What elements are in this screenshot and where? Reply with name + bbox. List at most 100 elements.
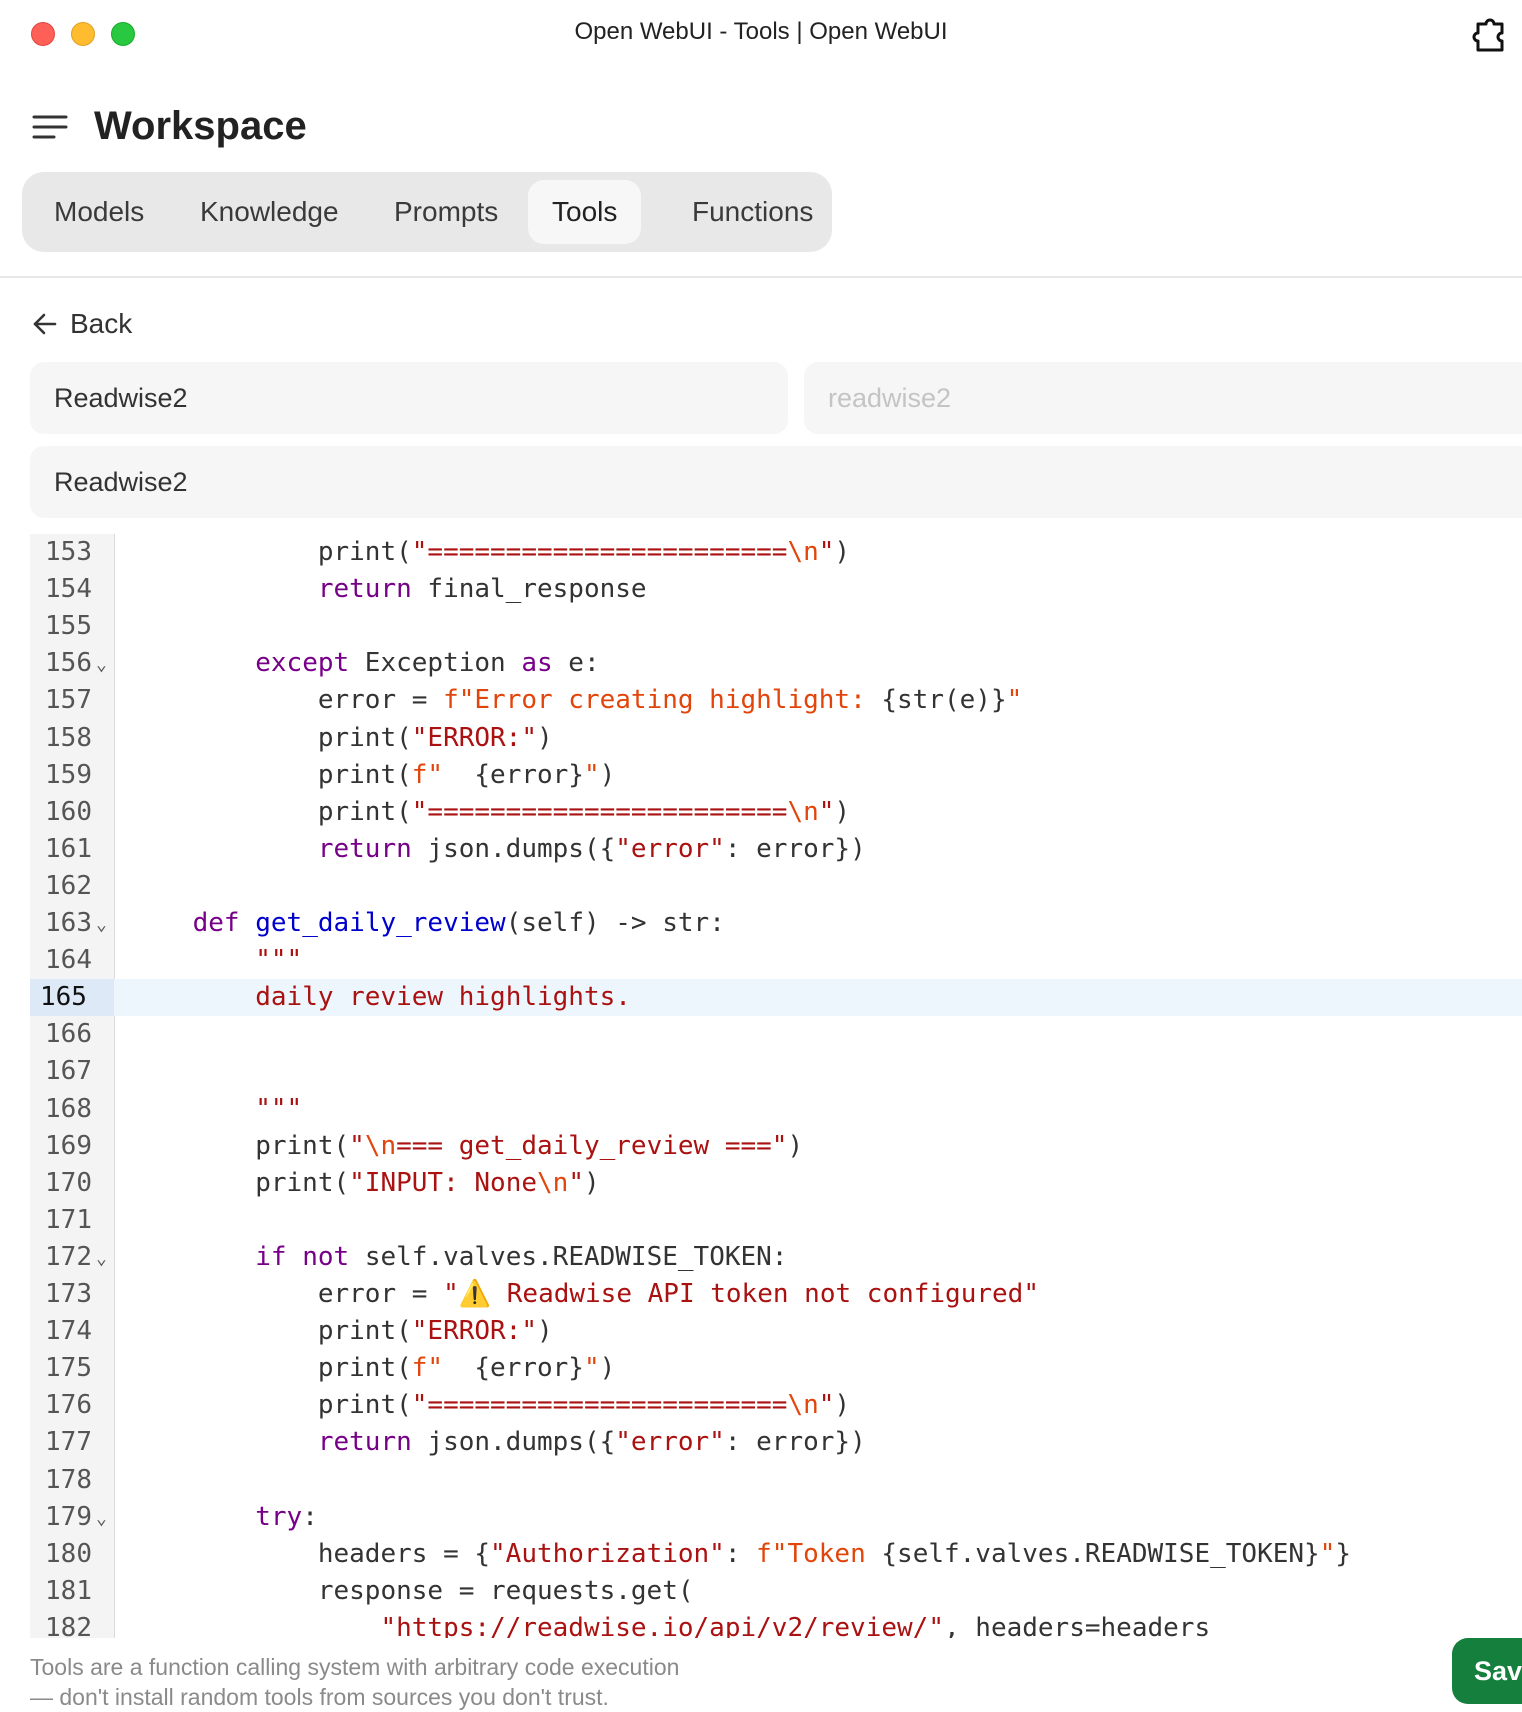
- code-token: as: [521, 648, 553, 679]
- code-token: \n: [787, 1390, 819, 1421]
- code-line[interactable]: 169 print("\n=== get_daily_review ==="): [30, 1128, 1522, 1164]
- code-line[interactable]: 171: [30, 1202, 1522, 1238]
- code-line[interactable]: 160 print("=======================\n"): [30, 794, 1522, 830]
- code-token: print(: [130, 1390, 412, 1421]
- code-line[interactable]: 168 """: [30, 1091, 1522, 1127]
- code-token: : error}): [724, 1427, 866, 1458]
- code-token: print(: [130, 537, 412, 567]
- line-number: 181: [45, 1575, 92, 1606]
- code-text: print("=======================\n"): [130, 794, 850, 830]
- code-line[interactable]: 177 return json.dumps({"error": error}): [30, 1424, 1522, 1460]
- code-token: \n: [787, 796, 819, 827]
- code-line[interactable]: 165 daily review highlights.: [30, 979, 1522, 1016]
- code-line[interactable]: 161 return json.dumps({"error": error}): [30, 831, 1522, 867]
- code-line[interactable]: 164 """: [30, 942, 1522, 978]
- code-token: :: [302, 1501, 318, 1532]
- line-number: 169: [45, 1130, 92, 1161]
- fold-chevron-icon[interactable]: ⌄: [96, 1501, 107, 1537]
- line-number: 175: [45, 1353, 92, 1384]
- back-button[interactable]: Back: [32, 304, 132, 344]
- line-number: 167: [45, 1056, 92, 1087]
- code-token: {str(e)}: [881, 685, 1007, 716]
- code-line[interactable]: 175 print(f" {error}"): [30, 1350, 1522, 1386]
- code-line[interactable]: 155: [30, 608, 1522, 644]
- code-text: return json.dumps({"error": error}): [130, 831, 866, 867]
- warning-line-1: Tools are a function calling system with…: [30, 1654, 680, 1680]
- code-token: ): [599, 1353, 616, 1384]
- code-line[interactable]: 157 error = f"Error creating highlight: …: [30, 682, 1522, 718]
- fold-chevron-icon[interactable]: ⌄: [96, 907, 107, 943]
- code-text: return json.dumps({"error": error}): [130, 1424, 866, 1460]
- tab-prompts[interactable]: Prompts: [370, 180, 522, 244]
- line-number: 163: [45, 908, 92, 938]
- code-token: ": [568, 1167, 584, 1198]
- page-title: Workspace: [94, 104, 307, 148]
- code-token: json.dumps({: [411, 833, 616, 864]
- extension-puzzle-icon[interactable]: [1470, 14, 1510, 54]
- code-text: error = f"Error creating highlight: {str…: [130, 682, 1022, 718]
- code-line[interactable]: 181 response = requests.get(: [30, 1573, 1522, 1609]
- code-line[interactable]: 170 print("INPUT: None\n"): [30, 1165, 1522, 1201]
- tool-name-input[interactable]: Readwise2: [30, 362, 788, 434]
- code-token: ": [349, 1130, 365, 1161]
- code-editor[interactable]: 153 print("=======================\n") 15…: [30, 534, 1522, 1638]
- code-line[interactable]: 172 ⌄ if not self.valves.READWISE_TOKEN:: [30, 1239, 1522, 1275]
- code-line[interactable]: 166: [30, 1016, 1522, 1052]
- tab-knowledge[interactable]: Knowledge: [176, 180, 363, 244]
- code-text: print("INPUT: None\n"): [130, 1165, 599, 1201]
- code-token: print(: [130, 796, 412, 827]
- code-line[interactable]: 182 "https://readwise.io/api/v2/review/"…: [30, 1610, 1522, 1638]
- code-token: """: [255, 1093, 303, 1124]
- code-line[interactable]: 179 ⌄ try:: [30, 1499, 1522, 1535]
- code-line[interactable]: 167: [30, 1053, 1522, 1089]
- tab-models[interactable]: Models: [30, 180, 168, 244]
- code-token: ): [537, 1316, 553, 1347]
- code-line[interactable]: 176 print("=======================\n"): [30, 1387, 1522, 1423]
- fold-chevron-icon[interactable]: ⌄: [96, 1241, 107, 1277]
- code-token: ): [834, 796, 851, 827]
- code-line[interactable]: 163 ⌄ def get_daily_review(self) -> str:: [30, 905, 1522, 941]
- tool-description-input[interactable]: Readwise2: [30, 446, 1522, 518]
- code-token: ": [583, 1353, 600, 1384]
- code-line[interactable]: 180 headers = {"Authorization": f"Token …: [30, 1536, 1522, 1572]
- code-line[interactable]: 153 print("=======================\n"): [30, 534, 1522, 570]
- code-text: daily review highlights.: [130, 979, 631, 1015]
- workspace-tabs: Models Knowledge Prompts Tools Functions: [22, 172, 832, 252]
- security-warning-note: Tools are a function calling system with…: [30, 1652, 790, 1712]
- sidebar-toggle-icon[interactable]: [32, 112, 68, 142]
- line-number: 164: [45, 945, 92, 976]
- code-line[interactable]: 158 print("ERROR:"): [30, 720, 1522, 756]
- line-number: 178: [45, 1464, 92, 1495]
- code-line[interactable]: 178: [30, 1462, 1522, 1498]
- code-token: try: [255, 1501, 303, 1532]
- warning-line-2: — don't install random tools from source…: [30, 1684, 609, 1710]
- code-line[interactable]: 156 ⌄ except Exception as e:: [30, 645, 1522, 681]
- line-number: 156: [45, 648, 92, 679]
- code-line[interactable]: 154 return final_response: [30, 571, 1522, 607]
- code-token: except: [255, 648, 350, 679]
- code-text: except Exception as e:: [130, 645, 599, 681]
- fold-chevron-icon[interactable]: ⌄: [96, 647, 107, 683]
- code-line[interactable]: 162: [30, 868, 1522, 904]
- save-button[interactable]: Sav: [1452, 1638, 1522, 1704]
- line-number: 162: [45, 870, 92, 901]
- code-token: , headers=headers: [943, 1612, 1211, 1638]
- code-token: ): [537, 722, 553, 753]
- tool-id-input[interactable]: readwise2: [804, 362, 1522, 434]
- tab-tools[interactable]: Tools: [528, 180, 642, 244]
- code-text: if not self.valves.READWISE_TOKEN:: [130, 1239, 787, 1275]
- code-line[interactable]: 174 print("ERROR:"): [30, 1313, 1522, 1349]
- tab-functions[interactable]: Functions: [668, 180, 837, 244]
- code-token: "=======================: [411, 1390, 788, 1421]
- code-line[interactable]: 159 print(f" {error}"): [30, 757, 1522, 793]
- line-number: 160: [45, 796, 92, 827]
- code-text: print("ERROR:"): [130, 720, 553, 756]
- code-token: return: [317, 574, 412, 605]
- code-line[interactable]: 173 error = "⚠️ Readwise API token not c…: [30, 1276, 1522, 1312]
